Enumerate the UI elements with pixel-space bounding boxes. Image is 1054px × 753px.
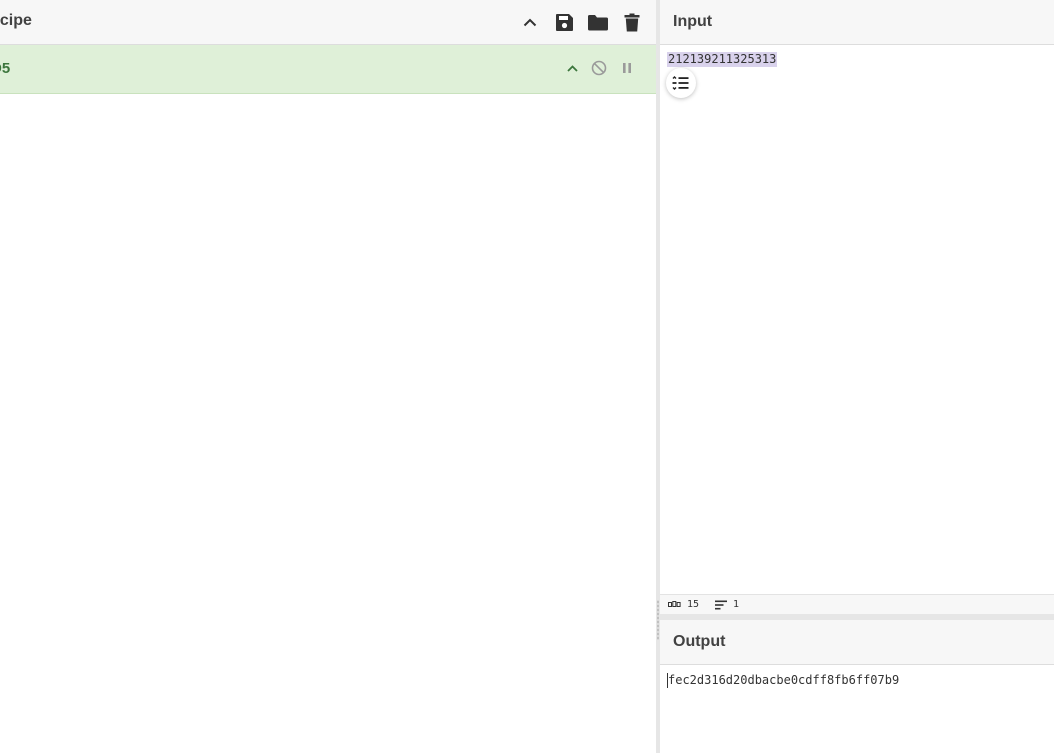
hide-recipe-button[interactable] (518, 10, 542, 34)
clear-recipe-button[interactable] (620, 10, 644, 34)
recipe-pane: ecipe (0, 0, 656, 753)
input-title: Input (673, 13, 713, 30)
folder-icon (588, 14, 608, 30)
pause-icon (623, 63, 631, 73)
input-line-count-value: 1 (733, 599, 740, 610)
recipe-title: ecipe (0, 12, 32, 29)
chevron-up-icon (566, 64, 578, 72)
disable-icon (591, 60, 607, 76)
chevron-up-icon (523, 18, 537, 26)
recipe-operation[interactable]: D5 (0, 45, 656, 94)
breakpoint-button[interactable] (617, 58, 637, 78)
list-options-icon (672, 76, 689, 90)
hide-operation-args-button[interactable] (562, 58, 582, 78)
output-title: Output (673, 633, 726, 650)
trash-icon (624, 13, 640, 31)
output-pane: Output fec2d316d20dbacbe0cdff8fb6ff07b9 (660, 620, 1054, 753)
load-recipe-button[interactable] (586, 10, 610, 34)
save-recipe-button[interactable] (552, 10, 576, 34)
input-line-count: 1 (715, 599, 739, 610)
disable-operation-button[interactable] (589, 58, 609, 78)
lines-icon (715, 600, 727, 609)
operation-name: D5 (0, 60, 11, 77)
input-header: Input (660, 0, 1054, 45)
abc-icon (668, 601, 681, 607)
input-pane: Input 212139211325313 15 1 (660, 0, 1054, 615)
input-textarea[interactable]: 212139211325313 (660, 45, 1054, 594)
output-textarea[interactable]: fec2d316d20dbacbe0cdff8fb6ff07b9 (660, 665, 1054, 753)
resizer-grip (657, 600, 659, 640)
input-text[interactable]: 212139211325313 (667, 52, 778, 67)
input-status-bar: 15 1 (660, 594, 1054, 615)
input-char-count-value: 15 (687, 599, 700, 610)
save-icon (555, 13, 573, 31)
recipe-header: ecipe (0, 0, 656, 45)
input-options-button[interactable] (666, 68, 696, 98)
app: ecipe (0, 0, 1054, 753)
output-header: Output (660, 620, 1054, 665)
output-text[interactable]: fec2d316d20dbacbe0cdff8fb6ff07b9 (667, 673, 899, 688)
input-char-count: 15 (668, 599, 699, 610)
